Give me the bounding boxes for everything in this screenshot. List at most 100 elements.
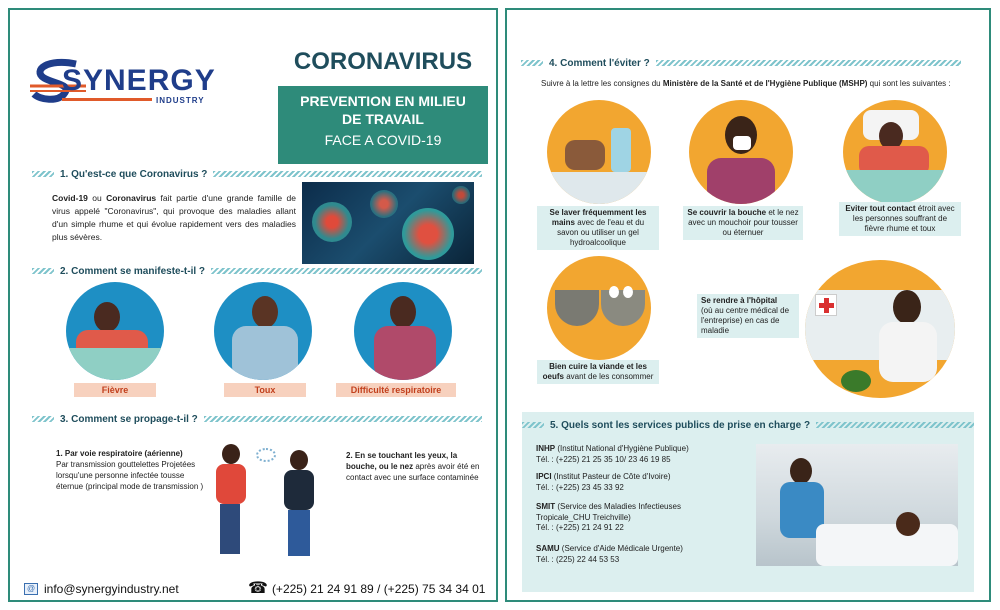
- virus-image: [302, 182, 474, 264]
- virus-particle: [402, 208, 454, 260]
- covid-term: Covid-19: [52, 193, 88, 203]
- stripe: [213, 171, 482, 177]
- email-address[interactable]: info@synergyindustry.net: [44, 582, 179, 596]
- section-3-title: 3. Comment se propage-t-il ?: [60, 413, 198, 425]
- handwash-illustration: [547, 100, 651, 204]
- body-shape: [232, 326, 298, 380]
- title-box-line1: PREVENTION EN MILIEU: [300, 93, 466, 109]
- section-2-title: 2. Comment se manifeste-t-il ?: [60, 265, 206, 277]
- cooking-illustration: [547, 256, 651, 360]
- conj: ou: [87, 193, 107, 203]
- tip-hospital-text: (où au centre médical de l'entreprise) e…: [701, 306, 790, 335]
- route-1: 1. Par voie respiratoire (aérienne) Par …: [56, 448, 206, 492]
- service-name: IPCI: [536, 472, 552, 481]
- phone-contact[interactable]: ☎ (+225) 21 24 91 89 / (+225) 75 34 34 0…: [248, 580, 486, 597]
- cover-mouth-illustration: [689, 100, 793, 204]
- stripe: [203, 416, 482, 422]
- pot-shape: [555, 290, 599, 326]
- body-shape: [374, 326, 436, 380]
- doctor-patient-photo: [756, 444, 958, 566]
- hospital-illustration: [805, 260, 955, 398]
- tissue-shape: [733, 136, 751, 150]
- blanket-shape: [843, 170, 947, 204]
- title-box-line2: DE TRAVAIL: [342, 111, 424, 127]
- head-shape: [290, 450, 308, 470]
- phone-numbers[interactable]: (+225) 21 24 91 89 / (+225) 75 34 34 01: [272, 582, 486, 596]
- section-4-intro: Suivre à la lettre les consignes du Mini…: [541, 78, 961, 89]
- virus-particle: [312, 202, 352, 242]
- doctor-coat-shape: [879, 322, 937, 382]
- stripe: [816, 422, 974, 428]
- title-box: PREVENTION EN MILIEU DE TRAVAIL FACE A C…: [278, 86, 488, 164]
- head-shape: [94, 302, 120, 332]
- legs-shape: [288, 510, 310, 556]
- section-4-title: 4. Comment l'éviter ?: [549, 57, 650, 69]
- section-2-heading: 2. Comment se manifeste-t-il ?: [32, 264, 482, 278]
- legs-shape: [220, 504, 240, 554]
- service-name: SMIT: [536, 502, 556, 511]
- service-tel[interactable]: Tél. : (+225) 21 24 91 22: [536, 523, 624, 532]
- plant-shape: [841, 370, 871, 392]
- service-desc: (Institut National d'Hygiène Publique): [555, 444, 689, 453]
- sink-shape: [547, 172, 651, 204]
- service-smit: SMIT (Service des Maladies Infectieuses …: [536, 502, 726, 534]
- services-panel: 5. Quels sont les services publics de pr…: [522, 412, 974, 592]
- route-1-title: 1. Par voie respiratoire (aérienne): [56, 449, 183, 458]
- service-desc: (Service d'Aide Médicale Urgente): [559, 544, 683, 553]
- service-name: SAMU: [536, 544, 560, 553]
- tip-hospital: Se rendre à l'hôpital (où au centre médic…: [697, 294, 799, 338]
- coronavirus-term: Coronavirus: [106, 193, 157, 203]
- red-cross-icon: [815, 294, 837, 316]
- body-shape: [284, 470, 314, 510]
- breathing-illustration: [354, 282, 452, 380]
- tip-cooking: Bien cuire la viande et les oeufs avant …: [537, 360, 659, 384]
- section-1-heading: 1. Qu'est-ce que Coronavirus ?: [32, 167, 482, 181]
- blanket-shape: [66, 348, 164, 380]
- intro-text: Suivre à la lettre les consignes du: [541, 79, 663, 88]
- tip-avoid-contact-title: Eviter tout contact: [845, 204, 916, 213]
- head-shape: [790, 458, 812, 484]
- logo-sub: INDUSTRY: [156, 96, 205, 105]
- service-samu: SAMU (Service d'Aide Médicale Urgente) Té…: [536, 544, 748, 565]
- intro-end: qui sont les suivantes :: [867, 79, 951, 88]
- fever-illustration: [66, 282, 164, 380]
- service-name: INHP: [536, 444, 556, 453]
- stripe: [32, 268, 54, 274]
- body-shape: [216, 464, 246, 504]
- droplets-icon: [256, 448, 276, 462]
- email-icon: @: [24, 583, 38, 595]
- service-inhp: INHP (Institut National d'Hygiène Publiq…: [536, 444, 748, 465]
- service-tel[interactable]: Tél. : (225) 22 44 53 53: [536, 555, 619, 564]
- left-page: SYNERGY INDUSTRY CORONAVIRUS PREVENTION …: [8, 8, 498, 602]
- avoid-contact-illustration: [843, 100, 947, 204]
- tip-cooking-text: avant de les consommer: [563, 372, 654, 381]
- service-desc: (Service des Maladies Infectieuses Tropi…: [536, 502, 681, 522]
- symptom-cough: Toux: [224, 383, 306, 397]
- virus-particle: [452, 186, 470, 204]
- virus-particle: [370, 190, 398, 218]
- tip-cover-mouth: Se couvrir la bouche et le nez avec un m…: [683, 206, 803, 240]
- service-desc: (Institut Pasteur de Côte d'Ivoire): [551, 472, 671, 481]
- route-2: 2. En se touchant les yeux, la bouche, o…: [346, 450, 486, 483]
- body-shape: [707, 158, 775, 204]
- section-4-heading: 4. Comment l'éviter ?: [521, 56, 961, 70]
- stripe: [32, 416, 54, 422]
- tip-cover-mouth-title: Se couvrir la bouche: [687, 208, 767, 217]
- phone-icon: ☎: [248, 580, 268, 597]
- service-tel[interactable]: Tél. : (+225) 21 25 35 10/ 23 46 19 85: [536, 455, 671, 464]
- section-3-heading: 3. Comment se propage-t-il ?: [32, 412, 482, 426]
- right-page: 4. Comment l'éviter ? Suivre à la lettre…: [505, 8, 991, 602]
- stripe: [655, 60, 961, 66]
- head-shape: [390, 296, 416, 328]
- transmission-illustration: [206, 440, 336, 560]
- head-shape: [893, 290, 921, 324]
- section-1-text: Covid-19 ou Coronavirus fait partie d'un…: [52, 192, 296, 244]
- service-tel[interactable]: Tél. : (+225) 23 45 33 92: [536, 483, 624, 492]
- head-shape: [222, 444, 240, 464]
- tip-hospital-title: Se rendre à l'hôpital: [701, 296, 778, 305]
- email-contact[interactable]: @ info@synergyindustry.net: [24, 582, 179, 596]
- section-5-title: 5. Quels sont les services publics de pr…: [550, 419, 811, 431]
- synergy-logo: SYNERGY INDUSTRY: [28, 52, 218, 112]
- stripe: [211, 268, 482, 274]
- stripe: [32, 171, 54, 177]
